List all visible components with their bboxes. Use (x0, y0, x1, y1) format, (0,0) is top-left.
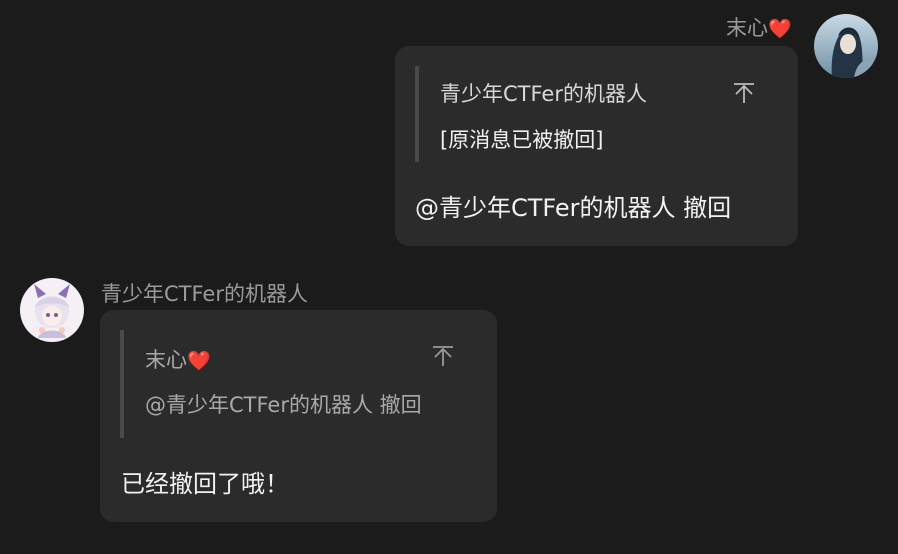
chat-window: 末心❤️ 青少年CTFer的机器人 [原消息已被撤回] @青少年CTFer的机器… (0, 0, 898, 554)
quote-sender-text: 末心 (145, 348, 187, 372)
quote-sender: 青少年CTFer的机器人 (440, 82, 647, 106)
message-bubble[interactable]: 末心❤️ @青少年CTFer的机器人 撤回 已经撤回了哦！ (100, 310, 497, 522)
arrow-up-to-line-icon[interactable] (431, 345, 455, 367)
sender-name: 青少年CTFer的机器人 (101, 278, 308, 308)
quoted-message[interactable]: 末心❤️ @青少年CTFer的机器人 撤回 (120, 330, 476, 438)
arrow-up-to-line-icon[interactable] (732, 82, 756, 104)
sender-name-text: 末心 (726, 16, 768, 40)
sender-name-text: 青少年CTFer的机器人 (101, 282, 308, 306)
message-text: 已经撤回了哦！ (121, 470, 289, 498)
quote-text: [原消息已被撤回] (440, 128, 604, 152)
heart-emoji: ❤️ (768, 18, 792, 40)
quoted-message[interactable]: 青少年CTFer的机器人 [原消息已被撤回] (415, 66, 775, 162)
avatar[interactable] (20, 278, 84, 342)
heart-emoji: ❤️ (187, 350, 211, 372)
message-bubble[interactable]: 青少年CTFer的机器人 [原消息已被撤回] @青少年CTFer的机器人 撤回 (395, 46, 798, 246)
sender-name: 末心❤️ (726, 12, 792, 42)
avatar[interactable] (814, 14, 878, 78)
quote-sender: 末心❤️ (145, 344, 211, 374)
quote-text: @青少年CTFer的机器人 撤回 (145, 393, 422, 417)
message-text: @青少年CTFer的机器人 撤回 (415, 194, 732, 222)
